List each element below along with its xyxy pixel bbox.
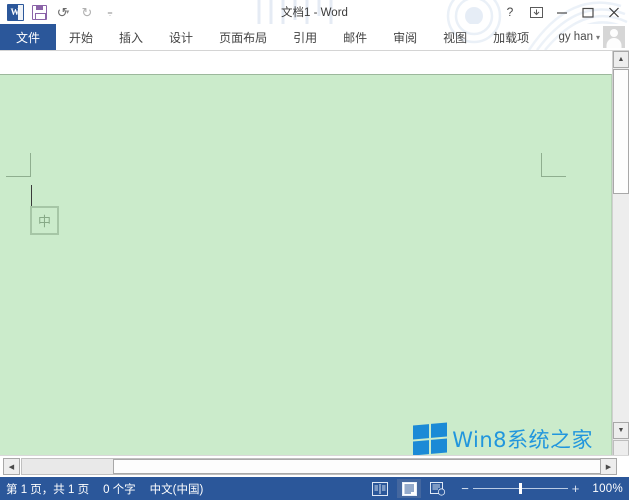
zoom-slider[interactable] (472, 483, 568, 494)
close-icon[interactable] (601, 1, 627, 23)
horizontal-scroll-track[interactable] (21, 458, 606, 475)
undo-icon[interactable]: ↺ ▾ (52, 2, 74, 22)
horizontal-scroll-thumb[interactable] (113, 459, 603, 474)
tab-insert[interactable]: 插入 (106, 24, 156, 50)
zoom-out-icon[interactable]: − (461, 482, 469, 495)
avatar[interactable] (603, 26, 625, 48)
scroll-left-icon[interactable]: ◀ (3, 458, 20, 475)
tab-home[interactable]: 开始 (56, 24, 106, 50)
zoom-control[interactable]: − + (461, 482, 579, 495)
save-icon[interactable] (28, 2, 50, 22)
read-mode-view-button[interactable] (368, 479, 392, 498)
status-bar-left: 第 1 页，共 1 页 0 个字 中文(中国) (6, 481, 203, 497)
minimize-icon[interactable] (549, 1, 575, 23)
tab-review[interactable]: 审阅 (380, 24, 430, 50)
ribbon-tabs[interactable]: 文件 开始 插入 设计 页面布局 引用 邮件 审阅 视图 加载项 (0, 24, 542, 50)
watermark: Win8系统之家 (413, 422, 593, 456)
margin-marker-left-horizontal (6, 176, 31, 177)
scroll-right-icon[interactable]: ▶ (600, 458, 617, 475)
status-bar: 第 1 页，共 1 页 0 个字 中文(中国) − + 100% (0, 477, 629, 500)
page-info[interactable]: 第 1 页，共 1 页 (6, 481, 89, 497)
customize-qat-icon[interactable]: ⩦ (100, 2, 122, 22)
word-application-window: ↺▾ ↻ ⩦ 文档1 - Word ? (0, 0, 629, 500)
print-layout-view-button[interactable] (397, 479, 422, 498)
tab-design[interactable]: 设计 (156, 24, 206, 50)
windows-logo-icon (413, 422, 448, 456)
status-bar-right: − + 100% (368, 477, 623, 500)
tab-addins[interactable]: 加载项 (480, 24, 542, 50)
title-bar: ↺▾ ↻ ⩦ 文档1 - Word ? (0, 0, 629, 24)
tab-mailings[interactable]: 邮件 (330, 24, 380, 50)
scroll-split-box[interactable] (613, 440, 629, 456)
chevron-down-icon[interactable]: ▾ (596, 33, 600, 42)
web-layout-view-button[interactable] (426, 479, 450, 498)
margin-marker-right-vertical (541, 153, 542, 177)
word-count[interactable]: 0 个字 (103, 481, 136, 497)
tab-references[interactable]: 引用 (280, 24, 330, 50)
tab-file[interactable]: 文件 (0, 24, 57, 50)
account-area[interactable]: gy han ▾ (558, 24, 625, 50)
scroll-down-icon[interactable]: ▼ (613, 422, 629, 439)
document-page[interactable]: 中 Win8系统之家 (0, 74, 612, 456)
account-name: gy han (558, 31, 593, 43)
vertical-scrollbar[interactable]: ▲ ▼ (612, 51, 629, 456)
restore-icon[interactable] (575, 1, 601, 23)
margin-marker-right-horizontal (541, 176, 566, 177)
vertical-scroll-thumb[interactable] (613, 69, 629, 194)
help-icon[interactable]: ? (497, 1, 523, 23)
quick-access-toolbar[interactable]: ↺▾ ↻ ⩦ (4, 2, 122, 22)
word-app-icon[interactable] (4, 2, 26, 22)
ribbon-display-options-icon[interactable] (523, 1, 549, 23)
margin-marker-left-vertical (30, 153, 31, 177)
redo-icon[interactable]: ↻ (76, 2, 98, 22)
zoom-level[interactable]: 100% (592, 483, 623, 495)
horizontal-scrollbar[interactable]: ◀ ▶ (0, 455, 629, 477)
window-controls[interactable]: ? (497, 0, 627, 24)
watermark-text: Win8系统之家 (452, 428, 593, 452)
tab-view[interactable]: 视图 (430, 24, 480, 50)
document-workspace: 中 Win8系统之家 ▲ ▼ (0, 50, 629, 456)
ime-mode-indicator: 中 (30, 206, 59, 235)
tab-page-layout[interactable]: 页面布局 (206, 24, 280, 50)
zoom-slider-thumb[interactable] (518, 483, 522, 494)
zoom-in-icon[interactable]: + (572, 482, 580, 495)
language-status[interactable]: 中文(中国) (150, 481, 204, 497)
scroll-up-icon[interactable]: ▲ (613, 51, 629, 68)
ribbon-tab-bar: 文件 开始 插入 设计 页面布局 引用 邮件 审阅 视图 加载项 gy han … (0, 24, 629, 50)
